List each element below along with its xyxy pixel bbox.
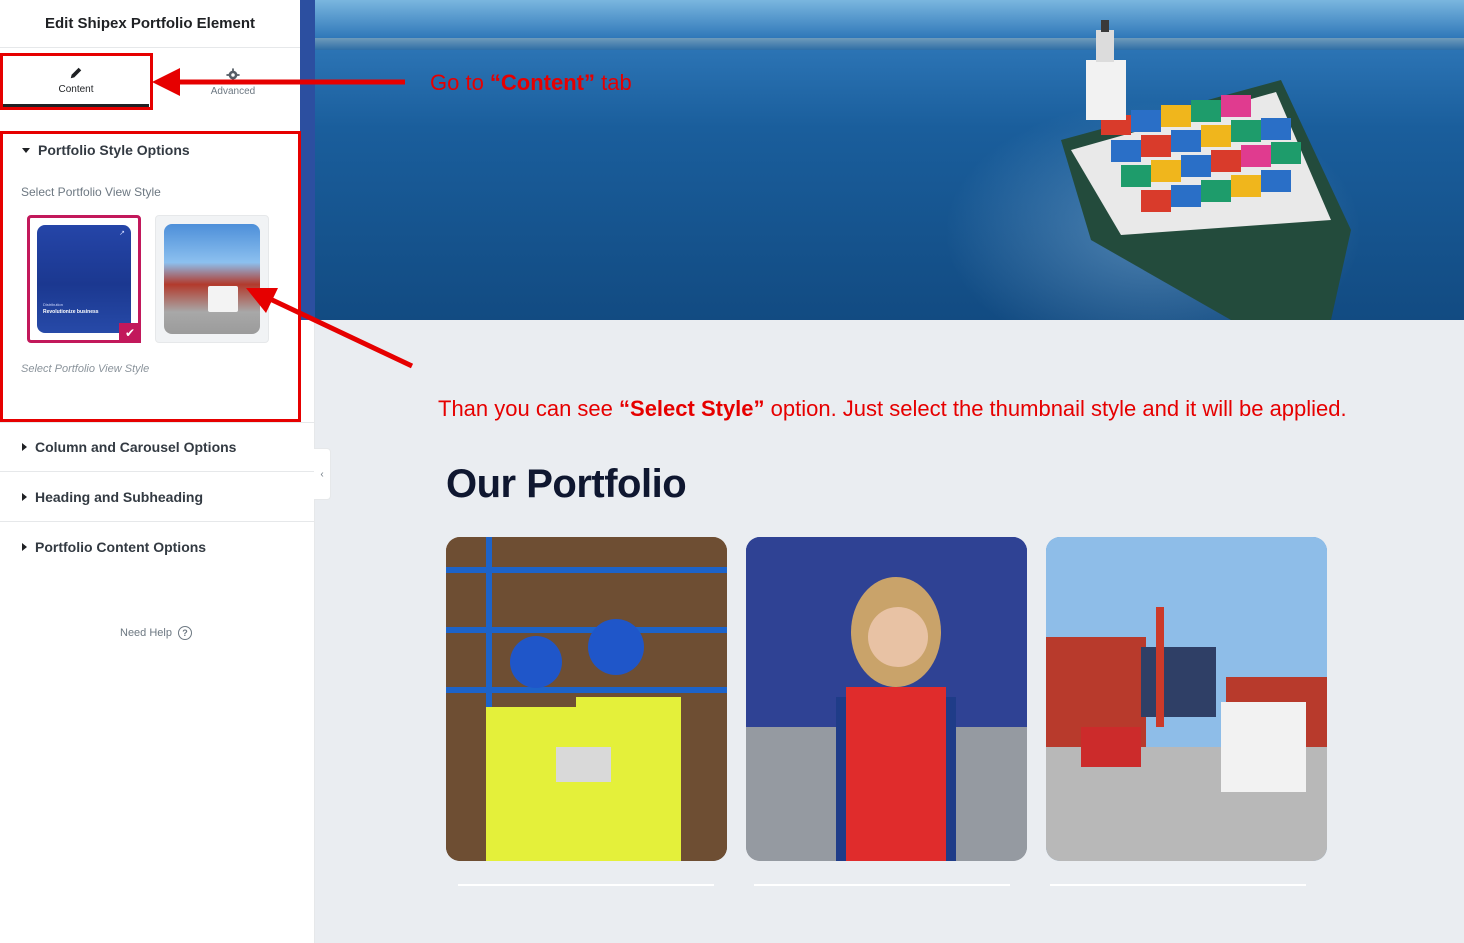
section-title: Heading and Subheading: [35, 488, 204, 505]
chevron-left-icon: ‹: [320, 468, 324, 480]
tab-advanced-label: Advanced: [210, 85, 256, 97]
woman-illustration: [746, 537, 1027, 861]
section-title: Portfolio Content Options: [35, 539, 207, 555]
card-divider: [458, 884, 714, 886]
portfolio-card-logistics-woman[interactable]: [746, 537, 1027, 861]
container-yard-illustration: [1046, 537, 1327, 861]
section-title: Column and Carousel Options: [35, 439, 237, 455]
annotation-text: tab: [595, 70, 632, 95]
highlight-box-content-tab: [0, 53, 153, 110]
annotation-text: Than you can see: [438, 396, 620, 421]
portfolio-card-warehouse-workers[interactable]: [446, 537, 727, 861]
card-divider: [754, 884, 1010, 886]
caret-right-icon: [22, 443, 27, 451]
need-help-label: Need Help: [120, 627, 172, 639]
caret-right-icon: [22, 543, 27, 551]
hero-edge-strip: [300, 0, 315, 320]
tab-advanced[interactable]: Advanced: [160, 57, 306, 107]
portfolio-heading: Our Portfolio: [446, 462, 687, 506]
hero-image-cargo-ship: [303, 0, 1464, 320]
section-portfolio-content[interactable]: Portfolio Content Options: [0, 522, 315, 572]
card-divider: [1050, 884, 1306, 886]
portfolio-card-container-yard[interactable]: [1046, 537, 1327, 861]
need-help-link[interactable]: Need Help ?: [120, 626, 192, 640]
workers-illustration: [446, 537, 727, 861]
annotation-bold: “Content”: [489, 70, 596, 95]
section-column-carousel[interactable]: Column and Carousel Options: [0, 422, 315, 472]
highlight-box-style-options: [0, 131, 301, 422]
panel-header: Edit Shipex Portfolio Element: [0, 0, 300, 48]
panel-title: Edit Shipex Portfolio Element: [44, 15, 256, 32]
annotation-select-style: Than you can see “Select Style” option. …: [438, 396, 1347, 422]
gear-icon: [226, 67, 240, 82]
annotation-bold: “Select Style”: [619, 396, 765, 421]
annotation-text: option. Just select the thumbnail style …: [764, 396, 1347, 421]
section-heading-subheading[interactable]: Heading and Subheading: [0, 472, 315, 522]
caret-right-icon: [22, 492, 27, 501]
annotation-go-to-content: Go to “Content” tab: [430, 70, 632, 96]
question-icon: ?: [177, 626, 192, 640]
cargo-ship-illustration: [1061, 20, 1351, 320]
collapse-panel-button[interactable]: ‹: [314, 448, 331, 500]
annotation-text: Go to: [430, 70, 490, 95]
